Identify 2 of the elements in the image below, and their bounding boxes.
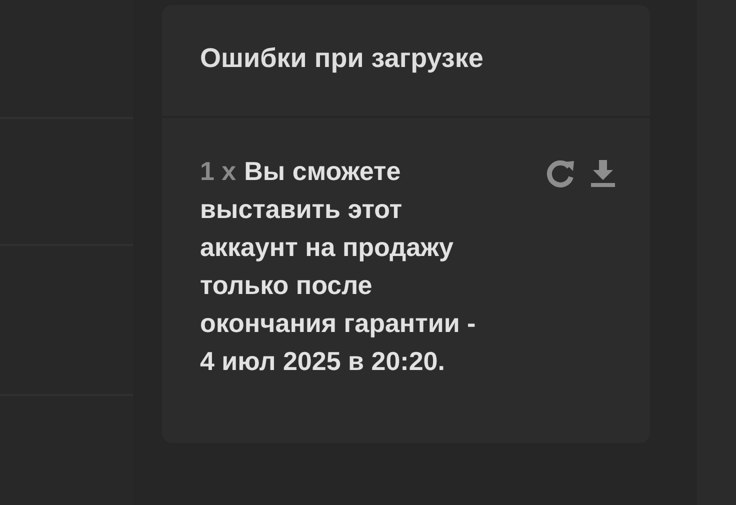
- error-message: 1 x Вы сможете выставить этот аккаунт на продажу только после окончания гарантии - 4 июл 2025 в 20:20.: [200, 155, 477, 378]
- panel-title: Ошибки при загрузке: [200, 42, 484, 74]
